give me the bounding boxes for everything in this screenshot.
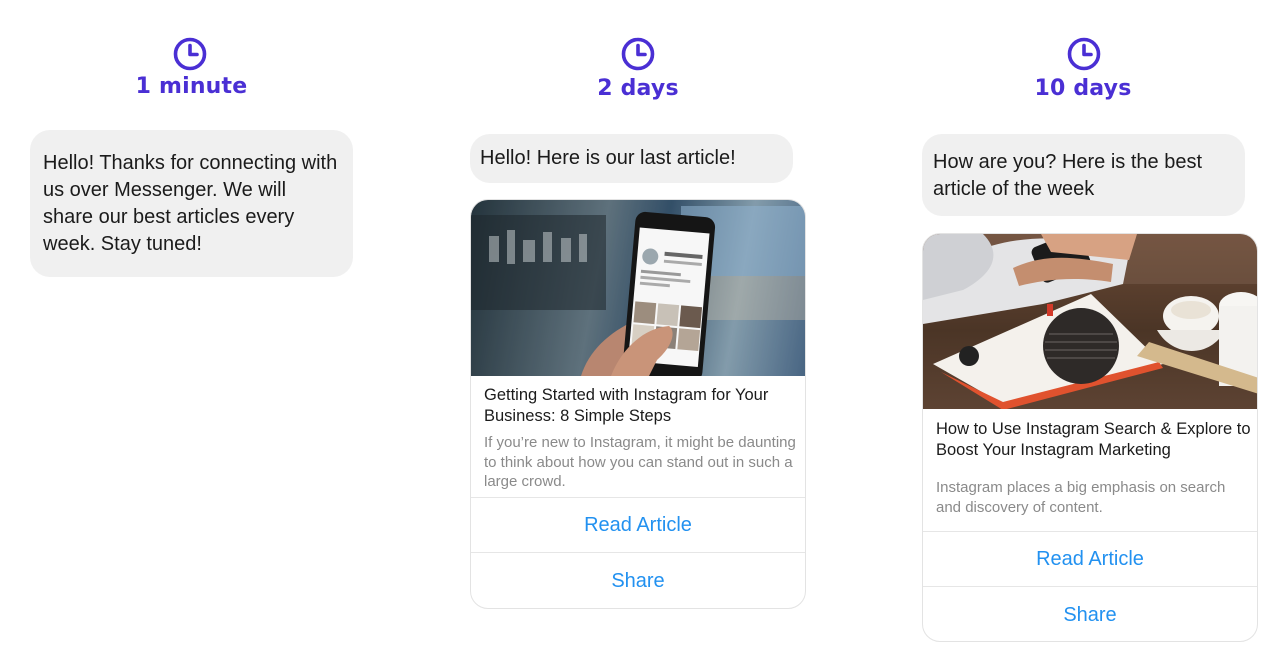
read-article-button[interactable]: Read Article — [923, 531, 1257, 586]
time-label: 1 minute — [135, 74, 248, 99]
time-label: 2 days — [597, 76, 679, 101]
time-label: 10 days — [1034, 76, 1132, 101]
share-button[interactable]: Share — [923, 586, 1257, 641]
article-image — [471, 200, 805, 376]
article-description: Instagram places a big emphasis on searc… — [936, 479, 1226, 516]
message-bubble: How are you? Here is the best article of… — [922, 134, 1245, 216]
article-card: Getting Started with Instagram for Your … — [470, 199, 806, 609]
message-bubble: Hello! Thanks for connecting with us ove… — [30, 130, 353, 277]
share-button[interactable]: Share — [471, 552, 805, 608]
article-description: If you’re new to Instagram, it might be … — [484, 434, 796, 490]
read-article-button[interactable]: Read Article — [471, 497, 805, 552]
article-title: How to Use Instagram Search & Explore to… — [936, 420, 1251, 459]
article-image — [923, 234, 1257, 409]
article-title: Getting Started with Instagram for Your … — [484, 386, 769, 425]
message-bubble: Hello! Here is our last article! — [470, 134, 793, 183]
clock-icon — [172, 36, 208, 72]
article-card: How to Use Instagram Search & Explore to… — [922, 233, 1258, 642]
clock-icon — [620, 36, 656, 72]
clock-icon — [1066, 36, 1102, 72]
